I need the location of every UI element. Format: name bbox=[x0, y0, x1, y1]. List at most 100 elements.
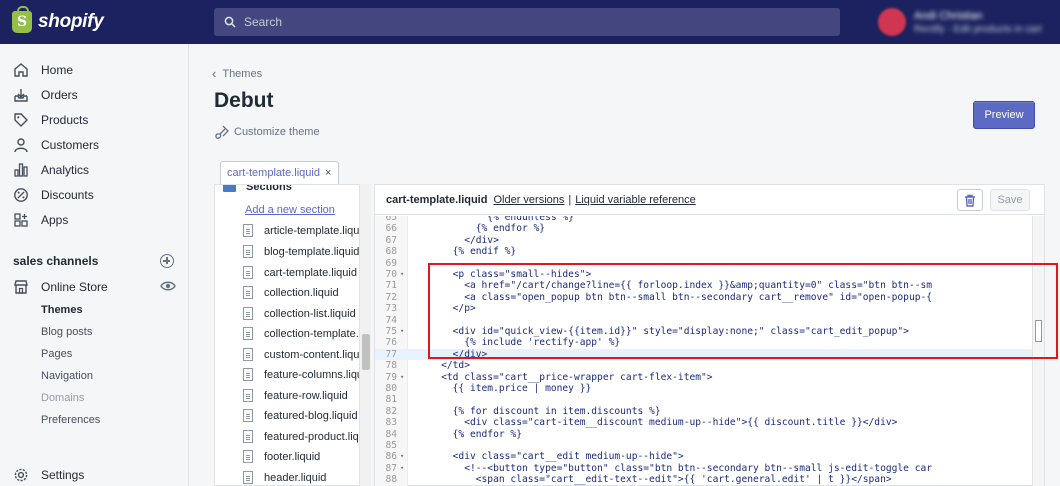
file-item[interactable]: blog-template.liquid bbox=[243, 245, 359, 258]
scrollbar-thumb[interactable] bbox=[1035, 320, 1042, 342]
file-item[interactable]: article-template.liquid bbox=[243, 224, 359, 237]
close-icon[interactable]: × bbox=[325, 167, 331, 179]
code-text: {% endfor %} bbox=[418, 428, 522, 440]
fold-toggle-icon[interactable]: ▾ bbox=[400, 451, 404, 462]
code-line[interactable]: 83 <div class="cart-item__discount mediu… bbox=[375, 417, 1035, 428]
code-line[interactable]: 72 <a class="open_popup btn btn--small b… bbox=[375, 292, 1035, 303]
file-item[interactable]: custom-content.liquid bbox=[243, 348, 359, 361]
sidebar-sub-preferences[interactable]: Preferences bbox=[41, 414, 100, 426]
older-versions-link[interactable]: Older versions bbox=[493, 194, 564, 206]
file-item[interactable]: cart-template.liquid bbox=[243, 266, 359, 279]
file-item[interactable]: header.liquid bbox=[243, 471, 359, 484]
sidebar-item-orders[interactable]: Orders bbox=[0, 82, 189, 107]
sidebar-sub-pages[interactable]: Pages bbox=[41, 348, 72, 360]
file-item[interactable]: featured-blog.liquid bbox=[243, 409, 359, 422]
code-line[interactable]: 86 ▾ <div class="cart__edit medium-up--hi… bbox=[375, 451, 1035, 462]
code-line[interactable]: 71 <a href="/cart/change?line={{ forloop… bbox=[375, 280, 1035, 291]
sidebar-item-label: Apps bbox=[41, 212, 69, 227]
editor-scrollbar[interactable] bbox=[1032, 216, 1044, 486]
orders-icon bbox=[12, 86, 30, 104]
code-text: {% endunless %} bbox=[418, 216, 574, 223]
code-line[interactable]: 67 </div> bbox=[375, 235, 1035, 246]
breadcrumb[interactable]: ‹ Themes bbox=[212, 66, 262, 81]
code-text: {{ item.price | money }} bbox=[418, 383, 592, 394]
code-line[interactable]: 66 {% endfor %} bbox=[375, 223, 1035, 234]
shopify-logo[interactable]: S shopify bbox=[12, 6, 104, 34]
sidebar-item-apps[interactable]: Apps bbox=[0, 207, 189, 232]
sidebar-sub-domains[interactable]: Domains bbox=[41, 392, 84, 404]
preview-button[interactable]: Preview bbox=[973, 101, 1035, 129]
sidebar-item-products[interactable]: Products bbox=[0, 107, 189, 132]
code-editor-panel: cart-template.liquid Older versions | Li… bbox=[374, 184, 1045, 486]
file-item[interactable]: footer.liquid bbox=[243, 450, 359, 463]
fold-toggle-icon[interactable]: ▾ bbox=[400, 372, 404, 383]
file-label: collection-list.liquid bbox=[264, 307, 356, 320]
code-line[interactable]: 82 {% for discount in item.discounts %} bbox=[375, 406, 1035, 417]
code-line[interactable]: 74 bbox=[375, 315, 1035, 326]
code-line[interactable]: 80 {{ item.price | money }} bbox=[375, 383, 1035, 394]
sidebar-item-customers[interactable]: Customers bbox=[0, 132, 189, 157]
code-line[interactable]: 65 {% endunless %} bbox=[375, 216, 1035, 223]
file-list-scrollbar[interactable] bbox=[359, 184, 371, 486]
file-item[interactable]: feature-row.liquid bbox=[243, 389, 359, 402]
file-label: featured-product.liquid bbox=[264, 430, 359, 443]
fold-toggle-icon[interactable]: ▾ bbox=[400, 463, 404, 474]
file-item[interactable]: featured-product.liquid bbox=[243, 430, 359, 443]
file-item[interactable]: collection.liquid bbox=[243, 286, 359, 299]
code-line[interactable]: 77 </div> bbox=[375, 348, 1035, 361]
discount-icon bbox=[12, 186, 30, 204]
account-name: Andi Christian bbox=[914, 9, 983, 22]
code-text: </p> bbox=[418, 303, 476, 315]
sidebar-sub-themes[interactable]: Themes bbox=[41, 304, 83, 316]
line-number: 66 bbox=[385, 223, 397, 235]
sidebar-item-home[interactable]: Home bbox=[0, 57, 189, 82]
add-channel-icon[interactable] bbox=[160, 254, 174, 268]
code-line[interactable]: 88 <span class="cart__edit-text--edit">{… bbox=[375, 474, 1035, 485]
fold-toggle-icon[interactable]: ▾ bbox=[400, 269, 404, 280]
eye-icon[interactable] bbox=[160, 280, 176, 292]
sidebar-item-analytics[interactable]: Analytics bbox=[0, 157, 189, 182]
code-text: <td class="cart__price-wrapper cart-flex… bbox=[418, 371, 713, 383]
file-item[interactable]: collection-list.liquid bbox=[243, 307, 359, 320]
code-line[interactable]: 85 bbox=[375, 440, 1035, 451]
code-line[interactable]: 81 bbox=[375, 394, 1035, 405]
line-number: 82 bbox=[385, 405, 397, 417]
code-line[interactable]: 79 ▾ <td class="cart__price-wrapper cart-… bbox=[375, 372, 1035, 383]
code-text: {% include 'rectify-app' %} bbox=[418, 337, 621, 349]
code-line[interactable]: 84 {% endfor %} bbox=[375, 429, 1035, 440]
file-item[interactable]: feature-columns.liquid bbox=[243, 368, 359, 381]
liquid-reference-link[interactable]: Liquid variable reference bbox=[575, 194, 695, 206]
file-icon bbox=[243, 327, 253, 340]
file-item[interactable]: collection-template.liquid bbox=[243, 327, 359, 340]
brand-name: shopify bbox=[38, 11, 104, 32]
sidebar-item-settings[interactable]: Settings bbox=[0, 462, 189, 486]
sidebar-item-label: Products bbox=[41, 112, 89, 127]
code-line[interactable]: 70 ▾ <p class="small--hides"> bbox=[375, 269, 1035, 280]
code-line[interactable]: 69 bbox=[375, 258, 1035, 269]
sidebar-item-discounts[interactable]: Discounts bbox=[0, 182, 189, 207]
search-input[interactable] bbox=[244, 15, 804, 29]
fold-toggle-icon[interactable]: ▾ bbox=[400, 326, 404, 337]
file-icon bbox=[243, 430, 253, 443]
code-line[interactable]: 68 {% endif %} bbox=[375, 246, 1035, 257]
search-bar[interactable] bbox=[214, 8, 840, 36]
code-line[interactable]: 76 {% include 'rectify-app' %} bbox=[375, 337, 1035, 348]
code-area[interactable]: 65 {% endunless %} 66 {% endfor %} 67 </di… bbox=[375, 216, 1044, 486]
code-line[interactable]: 75 ▾ <div id="quick_view-{{item.id}}" sty… bbox=[375, 326, 1035, 337]
code-line[interactable]: 87 ▾ <!--<button type="button" class="btn… bbox=[375, 463, 1035, 474]
account-menu[interactable]: Andi Christian Rectify - Edit products i… bbox=[874, 0, 1060, 44]
code-line[interactable]: 73 </p> bbox=[375, 303, 1035, 314]
code-text: <span class="cart__edit-text--edit">{{ '… bbox=[418, 474, 892, 486]
save-button[interactable]: Save bbox=[990, 189, 1030, 211]
code-text: <a href="/cart/change?line={{ forloop.in… bbox=[418, 280, 933, 292]
shopping-bag-icon: S bbox=[12, 6, 32, 33]
scrollbar-thumb[interactable] bbox=[362, 334, 370, 370]
delete-file-button[interactable] bbox=[957, 189, 983, 211]
code-line[interactable]: 78 </td> bbox=[375, 360, 1035, 371]
sidebar-sub-navigation[interactable]: Navigation bbox=[41, 370, 93, 382]
customize-theme-link[interactable]: Customize theme bbox=[214, 124, 320, 140]
sections-folder[interactable]: Sections bbox=[223, 185, 292, 193]
add-section-link[interactable]: Add a new section bbox=[245, 204, 335, 216]
tab-cart-template[interactable]: cart-template.liquid × bbox=[220, 161, 339, 184]
sidebar-sub-blog-posts[interactable]: Blog posts bbox=[41, 326, 92, 338]
